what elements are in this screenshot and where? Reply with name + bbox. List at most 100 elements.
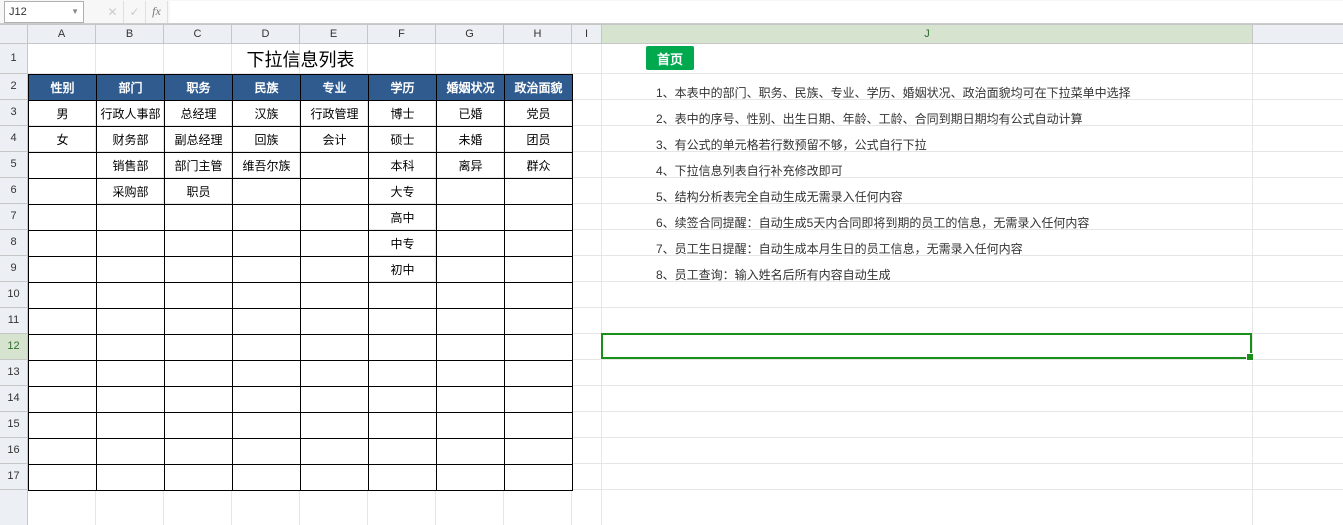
row-header-2[interactable]: 2	[0, 74, 27, 100]
row-header-14[interactable]: 14	[0, 386, 27, 412]
table-cell[interactable]: 回族	[233, 126, 301, 152]
table-cell[interactable]: 总经理	[165, 100, 233, 126]
table-header-cell[interactable]: 政治面貌	[505, 74, 573, 100]
col-header-h[interactable]: H	[504, 25, 572, 43]
table-cell[interactable]: 群众	[505, 152, 573, 178]
name-box-dropdown-icon[interactable]: ▼	[71, 7, 79, 16]
table-cell[interactable]	[369, 438, 437, 464]
table-cell[interactable]	[233, 464, 301, 490]
col-header-c[interactable]: C	[164, 25, 232, 43]
table-cell[interactable]	[233, 334, 301, 360]
table-cell[interactable]	[165, 360, 233, 386]
table-cell[interactable]	[437, 256, 505, 282]
table-cell[interactable]	[437, 204, 505, 230]
table-cell[interactable]	[437, 386, 505, 412]
table-cell[interactable]	[505, 204, 573, 230]
table-cell[interactable]	[233, 386, 301, 412]
table-cell[interactable]	[97, 386, 165, 412]
table-cell[interactable]: 采购部	[97, 178, 165, 204]
table-cell[interactable]: 销售部	[97, 152, 165, 178]
row-header-6[interactable]: 6	[0, 178, 27, 204]
table-cell[interactable]: 汉族	[233, 100, 301, 126]
col-header-b[interactable]: B	[96, 25, 164, 43]
table-cell[interactable]	[97, 256, 165, 282]
row-header-16[interactable]: 16	[0, 438, 27, 464]
insert-function-button[interactable]: fx	[146, 1, 168, 23]
table-cell[interactable]: 男	[29, 100, 97, 126]
table-cell[interactable]	[233, 282, 301, 308]
table-cell[interactable]	[29, 334, 97, 360]
row-header-4[interactable]: 4	[0, 126, 27, 152]
table-cell[interactable]	[165, 334, 233, 360]
table-cell[interactable]	[29, 178, 97, 204]
table-cell[interactable]	[369, 334, 437, 360]
table-cell[interactable]: 高中	[369, 204, 437, 230]
table-cell[interactable]	[369, 282, 437, 308]
col-header-e[interactable]: E	[300, 25, 368, 43]
table-cell[interactable]: 离异	[437, 152, 505, 178]
table-cell[interactable]: 行政人事部	[97, 100, 165, 126]
table-cell[interactable]: 本科	[369, 152, 437, 178]
table-cell[interactable]	[165, 438, 233, 464]
col-header-i[interactable]: I	[572, 25, 602, 43]
table-cell[interactable]: 女	[29, 126, 97, 152]
table-cell[interactable]	[301, 282, 369, 308]
table-cell[interactable]	[29, 386, 97, 412]
table-cell[interactable]: 已婚	[437, 100, 505, 126]
table-header-cell[interactable]: 性别	[29, 74, 97, 100]
table-cell[interactable]	[437, 282, 505, 308]
table-cell[interactable]	[301, 152, 369, 178]
row-header-7[interactable]: 7	[0, 204, 27, 230]
table-cell[interactable]	[29, 152, 97, 178]
table-cell[interactable]	[97, 438, 165, 464]
table-cell[interactable]	[233, 412, 301, 438]
table-header-cell[interactable]: 部门	[97, 74, 165, 100]
table-cell[interactable]	[233, 360, 301, 386]
table-cell[interactable]	[29, 230, 97, 256]
table-cell[interactable]	[505, 178, 573, 204]
table-header-cell[interactable]: 民族	[233, 74, 301, 100]
row-header-13[interactable]: 13	[0, 360, 27, 386]
select-all-corner[interactable]	[0, 25, 28, 43]
table-cell[interactable]: 会计	[301, 126, 369, 152]
col-header-j[interactable]: J	[602, 25, 1253, 43]
table-cell[interactable]	[29, 282, 97, 308]
table-cell[interactable]: 未婚	[437, 126, 505, 152]
table-cell[interactable]	[301, 178, 369, 204]
formula-input[interactable]	[170, 1, 1343, 23]
table-header-cell[interactable]: 专业	[301, 74, 369, 100]
table-cell[interactable]	[505, 334, 573, 360]
table-cell[interactable]	[301, 464, 369, 490]
table-cell[interactable]	[97, 204, 165, 230]
table-cell[interactable]	[301, 334, 369, 360]
table-cell[interactable]	[505, 412, 573, 438]
table-cell[interactable]: 中专	[369, 230, 437, 256]
table-cell[interactable]	[505, 464, 573, 490]
table-cell[interactable]	[437, 334, 505, 360]
table-cell[interactable]	[165, 256, 233, 282]
table-cell[interactable]: 硕士	[369, 126, 437, 152]
table-cell[interactable]	[97, 360, 165, 386]
table-cell[interactable]	[437, 360, 505, 386]
table-cell[interactable]	[165, 386, 233, 412]
row-header-10[interactable]: 10	[0, 282, 27, 308]
table-cell[interactable]	[97, 308, 165, 334]
table-cell[interactable]: 党员	[505, 100, 573, 126]
table-cell[interactable]	[437, 230, 505, 256]
table-cell[interactable]	[97, 464, 165, 490]
table-cell[interactable]	[369, 386, 437, 412]
table-cell[interactable]	[233, 308, 301, 334]
table-cell[interactable]	[437, 412, 505, 438]
table-cell[interactable]	[97, 334, 165, 360]
table-cell[interactable]: 博士	[369, 100, 437, 126]
table-cell[interactable]	[437, 308, 505, 334]
table-cell[interactable]	[437, 438, 505, 464]
table-cell[interactable]	[29, 438, 97, 464]
table-cell[interactable]: 行政管理	[301, 100, 369, 126]
table-cell[interactable]	[233, 256, 301, 282]
table-header-cell[interactable]: 学历	[369, 74, 437, 100]
table-cell[interactable]	[301, 230, 369, 256]
table-cell[interactable]	[165, 464, 233, 490]
col-header-g[interactable]: G	[436, 25, 504, 43]
table-cell[interactable]	[369, 360, 437, 386]
